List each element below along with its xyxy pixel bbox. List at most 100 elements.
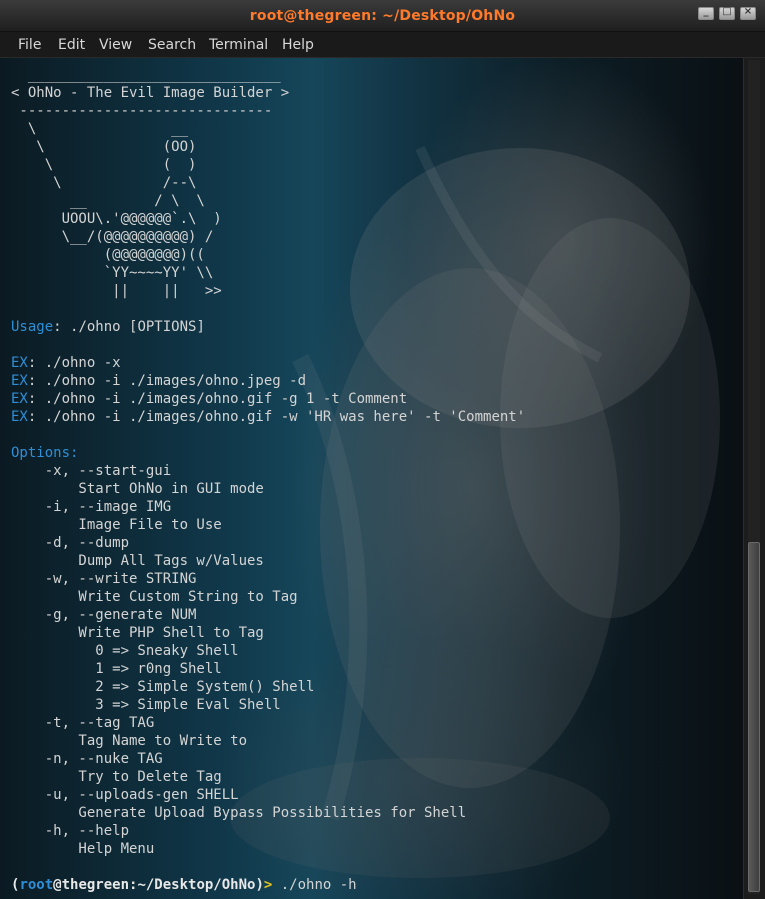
terminal-text: Help Menu (11, 841, 155, 857)
terminal-text: Start OhNo in GUI mode (11, 481, 264, 497)
terminal-text: : ./ohno -i ./images/ohno.gif -w 'HR was… (27, 409, 526, 425)
terminal-text: @thegreen:~/Desktop/OhNo) (53, 877, 264, 893)
terminal-text: -d, --dump (11, 535, 130, 551)
menu-help[interactable]: Help (282, 37, 314, 53)
terminal-line: Image File to Use (11, 516, 741, 534)
terminal-line: 2 => Simple System() Shell (11, 678, 741, 696)
terminal-text: ./ohno -h (280, 877, 357, 893)
terminal-line: Try to Delete Tag (11, 768, 741, 786)
terminal-line: Usage: ./ohno [OPTIONS] (11, 318, 741, 336)
terminal-line: (@@@@@@@@)(( (11, 246, 741, 264)
terminal-text: (@@@@@@@@)(( (11, 247, 205, 263)
menu-terminal[interactable]: Terminal (209, 37, 268, 53)
terminal-text: EX (11, 409, 28, 425)
terminal-line: __ / \ \ (11, 192, 741, 210)
terminal-line: -w, --write STRING (11, 570, 741, 588)
terminal-lines: ______________________________ < OhNo - T… (11, 66, 741, 894)
terminal-line: Help Menu (11, 840, 741, 858)
vertical-scrollbar[interactable] (743, 58, 765, 899)
terminal-line: 1 => r0ng Shell (11, 660, 741, 678)
terminal-text: Generate Upload Bypass Possibilities for… (11, 805, 467, 821)
menu-search[interactable]: Search (148, 37, 196, 53)
menu-file[interactable]: File (18, 37, 41, 53)
terminal-line: -x, --start-gui (11, 462, 741, 480)
terminal-text: > (263, 877, 281, 893)
menu-bar: File Edit View Search Terminal Help (0, 32, 765, 58)
terminal-line: UOOU\.'@@@@@@`.\ ) (11, 210, 741, 228)
terminal-text: : ./ohno -i ./images/ohno.jpeg -d (27, 373, 307, 389)
terminal-line: \ (OO) (11, 138, 741, 156)
terminal-output[interactable]: ______________________________ < OhNo - T… (0, 58, 743, 899)
terminal-text: -x, --start-gui (11, 463, 172, 479)
terminal-text: EX (11, 355, 28, 371)
minimize-button[interactable]: _ (698, 6, 714, 20)
terminal-text: -u, --uploads-gen SHELL (11, 787, 239, 803)
terminal-text: 1 => r0ng Shell (11, 661, 222, 677)
terminal-text: Tag Name to Write to (11, 733, 248, 749)
terminal-text: -h, --help (11, 823, 130, 839)
terminal-line: \ /--\ (11, 174, 741, 192)
terminal-text: : ./ohno [OPTIONS] (53, 319, 205, 335)
close-button[interactable]: × (740, 6, 756, 20)
terminal-text: Write PHP Shell to Tag (11, 625, 264, 641)
terminal-text: Usage (11, 319, 54, 335)
window-title: root@thegreen: ~/Desktop/OhNo (249, 8, 516, 24)
terminal-window: root@thegreen: ~/Desktop/OhNo _ □ × File… (0, 0, 765, 899)
terminal-text: 2 => Simple System() Shell (11, 679, 315, 695)
terminal-line: -u, --uploads-gen SHELL (11, 786, 741, 804)
terminal-line: < OhNo - The Evil Image Builder > (11, 84, 741, 102)
title-bar[interactable]: root@thegreen: ~/Desktop/OhNo _ □ × (0, 0, 765, 32)
terminal-line: \ ( ) (11, 156, 741, 174)
terminal-line: ------------------------------ (11, 102, 741, 120)
terminal-text: : ./ohno -i ./images/ohno.gif -g 1 -t Co… (27, 391, 408, 407)
terminal-line: -h, --help (11, 822, 741, 840)
terminal-line: -g, --generate NUM (11, 606, 741, 624)
terminal-text: ------------------------------ (11, 103, 273, 119)
menu-view[interactable]: View (99, 37, 132, 53)
terminal-line: `YY~~~~YY' \\ (11, 264, 741, 282)
terminal-text: EX (11, 373, 28, 389)
terminal-text: __ / \ \ (11, 193, 205, 209)
terminal-line: Generate Upload Bypass Possibilities for… (11, 804, 741, 822)
scrollbar-thumb[interactable] (748, 542, 760, 892)
terminal-line: Options: (11, 444, 741, 462)
terminal-text: -t, --tag TAG (11, 715, 155, 731)
terminal-line: Tag Name to Write to (11, 732, 741, 750)
terminal-line: EX: ./ohno -x (11, 354, 741, 372)
terminal-text: \ ( ) (11, 157, 197, 173)
terminal-text: < OhNo - The Evil Image Builder > (11, 85, 290, 101)
terminal-text: EX (11, 391, 28, 407)
terminal-text: -n, --nuke TAG (11, 751, 163, 767)
terminal-text: Image File to Use (11, 517, 222, 533)
terminal-text: `YY~~~~YY' \\ (11, 265, 214, 281)
menu-edit[interactable]: Edit (58, 37, 85, 53)
terminal-text: \ /--\ (11, 175, 197, 191)
terminal-line: -t, --tag TAG (11, 714, 741, 732)
terminal-line: EX: ./ohno -i ./images/ohno.gif -w 'HR w… (11, 408, 741, 426)
maximize-icon: □ (722, 6, 732, 17)
terminal-line: \ __ (11, 120, 741, 138)
terminal-text: -w, --write STRING (11, 571, 197, 587)
maximize-button[interactable]: □ (719, 6, 735, 20)
terminal-line: -i, --image IMG (11, 498, 741, 516)
terminal-text: 0 => Sneaky Shell (11, 643, 239, 659)
terminal-text: \__/(@@@@@@@@@@) / (11, 229, 214, 245)
terminal-text: ______________________________ (11, 67, 281, 83)
terminal-line: 0 => Sneaky Shell (11, 642, 741, 660)
terminal-text: Dump All Tags w/Values (11, 553, 264, 569)
terminal-text: \ (OO) (11, 139, 197, 155)
terminal-line: 3 => Simple Eval Shell (11, 696, 741, 714)
terminal-text: root (19, 877, 54, 893)
terminal-text: : ./ohno -x (27, 355, 121, 371)
terminal-text: \ __ (11, 121, 189, 137)
command-prompt-line: (root@thegreen:~/Desktop/OhNo)> ./ohno -… (11, 876, 741, 894)
terminal-text: 3 => Simple Eval Shell (11, 697, 281, 713)
terminal-line: ______________________________ (11, 66, 741, 84)
terminal-line: Dump All Tags w/Values (11, 552, 741, 570)
terminal-text: || || >> (11, 283, 222, 299)
terminal-line: -d, --dump (11, 534, 741, 552)
terminal-line: Write PHP Shell to Tag (11, 624, 741, 642)
